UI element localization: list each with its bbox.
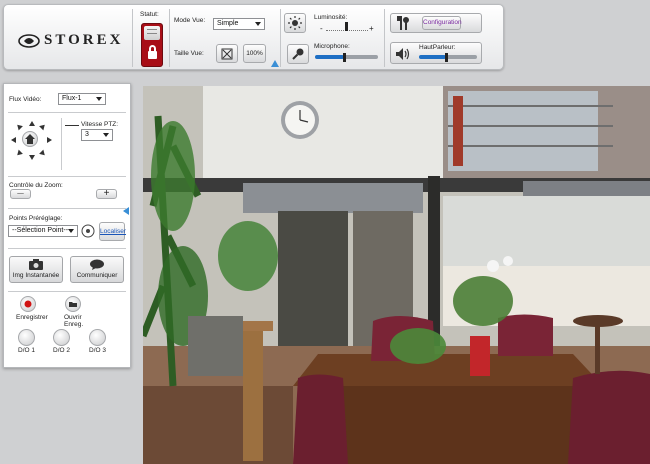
communicate-button[interactable]: Communiquer	[70, 256, 124, 283]
fullscreen-button[interactable]	[216, 44, 238, 63]
control-sidebar: Flux Vidéo: Flux-1 Vitesse PTZ: 3 Contrô…	[3, 83, 131, 368]
snapshot-button[interactable]: Img Instantanée	[9, 256, 63, 283]
chat-icon	[90, 259, 104, 270]
divider	[8, 208, 126, 209]
zoom-out-button[interactable]: —	[10, 189, 31, 199]
speaker-label: HautParleur:	[419, 44, 456, 51]
toolbar-collapse-icon[interactable]	[271, 60, 279, 67]
preset-value: --Sélection Point--	[12, 227, 69, 234]
top-toolbar: STOREX Statut: Mode Vue: Simple Taille V…	[3, 4, 504, 70]
ptz-speed-value: 3	[85, 131, 89, 138]
microphone-thumb[interactable]	[343, 53, 346, 62]
wrench-icon	[397, 16, 409, 30]
brand-name: STOREX	[44, 32, 124, 48]
open-recordings-label: Ouvrir Enreg.	[64, 314, 84, 328]
divider	[8, 176, 126, 177]
do2-label: D/O 2	[53, 347, 70, 354]
do2-button[interactable]	[53, 329, 70, 346]
ptz-speed-arrow-icon	[65, 125, 79, 126]
view-mode-label: Mode Vue:	[174, 17, 206, 24]
record-icon	[24, 300, 32, 308]
zoom-100-button[interactable]: 100%	[243, 44, 266, 63]
microphone-icon	[292, 48, 304, 60]
folder-icon	[69, 302, 77, 307]
communicate-label: Communiquer	[76, 272, 118, 279]
divider	[8, 112, 126, 113]
chevron-down-icon	[68, 229, 74, 233]
speaker-icon[interactable]	[395, 47, 411, 61]
ptz-up-left-icon[interactable]	[29, 121, 35, 126]
zoom-control-label: Contrôle du Zoom:	[9, 182, 63, 189]
ptz-speed-label: Vitesse PTZ:	[81, 121, 119, 128]
camera-icon	[29, 259, 43, 270]
video-stream-select[interactable]: Flux-1	[58, 93, 106, 105]
microphone-button[interactable]	[287, 44, 309, 64]
video-stream-label: Flux Vidéo:	[9, 96, 42, 103]
chevron-down-icon	[103, 133, 109, 137]
divider	[169, 9, 170, 67]
brightness-minus[interactable]: -	[320, 24, 323, 33]
preset-target-icon	[81, 224, 95, 238]
record-button[interactable]	[20, 296, 36, 312]
preset-points-label: Points Préréglage:	[9, 215, 63, 222]
ptz-speed-select[interactable]: 3	[81, 129, 113, 141]
zoom-in-button[interactable]: +	[96, 189, 117, 199]
storex-logo-icon	[18, 33, 40, 48]
divider	[8, 248, 126, 249]
speaker-thumb[interactable]	[445, 53, 448, 62]
brightness-thumb[interactable]	[345, 22, 348, 31]
speaker-level-track[interactable]	[446, 55, 477, 59]
ptz-southwest-icon[interactable]	[15, 149, 23, 158]
locate-button[interactable]: Localiser	[99, 222, 126, 241]
ptz-left-icon[interactable]	[11, 137, 16, 143]
home-icon	[25, 134, 35, 144]
chevron-down-icon	[96, 97, 102, 101]
storex-logo: STOREX	[18, 32, 123, 49]
ptz-southeast-icon[interactable]	[39, 149, 47, 158]
microphone-level-track[interactable]	[344, 55, 378, 59]
size-label: Taille Vue:	[174, 50, 204, 57]
ptz-home-button[interactable]	[22, 131, 38, 147]
ptz-right-icon[interactable]	[47, 137, 52, 143]
chevron-down-icon	[255, 22, 261, 26]
do1-label: D/O 1	[18, 347, 35, 354]
divider	[132, 9, 133, 67]
status-lock-button[interactable]	[141, 23, 163, 67]
brightness-plus[interactable]: +	[369, 24, 374, 33]
preset-select[interactable]: --Sélection Point--	[8, 225, 78, 237]
divider	[384, 9, 385, 67]
ptz-northwest-icon[interactable]	[15, 122, 23, 131]
divider	[8, 291, 126, 292]
view-mode-select[interactable]: Simple	[213, 18, 265, 30]
open-recordings-button[interactable]	[65, 296, 81, 312]
do3-button[interactable]	[89, 329, 106, 346]
divider	[280, 9, 281, 67]
brightness-button[interactable]	[284, 13, 306, 33]
do1-button[interactable]	[18, 329, 35, 346]
status-label: Statut:	[140, 11, 159, 18]
do3-label: D/O 3	[89, 347, 106, 354]
ptz-northeast-icon[interactable]	[39, 122, 47, 131]
snapshot-label: Img Instantanée	[12, 272, 60, 279]
fullscreen-icon	[221, 48, 233, 60]
brightness-label: Luminosité:	[314, 14, 348, 21]
camera-scene-image	[143, 86, 650, 464]
sun-icon	[288, 16, 302, 30]
sidebar-collapse-icon[interactable]	[123, 207, 129, 215]
ptz-down-icon[interactable]	[29, 155, 35, 160]
microphone-level-fill	[315, 55, 344, 59]
microphone-label: Microphone:	[314, 43, 350, 50]
speaker-level-fill	[419, 55, 446, 59]
configuration-button[interactable]: Configuration	[422, 16, 462, 30]
video-stream-value: Flux-1	[62, 95, 82, 102]
record-label: Enregistrer	[16, 314, 48, 321]
camera-video-feed[interactable]	[143, 86, 650, 464]
configuration-panel: Configuration	[390, 13, 482, 33]
divider	[61, 118, 62, 170]
view-mode-value: Simple	[217, 20, 239, 27]
